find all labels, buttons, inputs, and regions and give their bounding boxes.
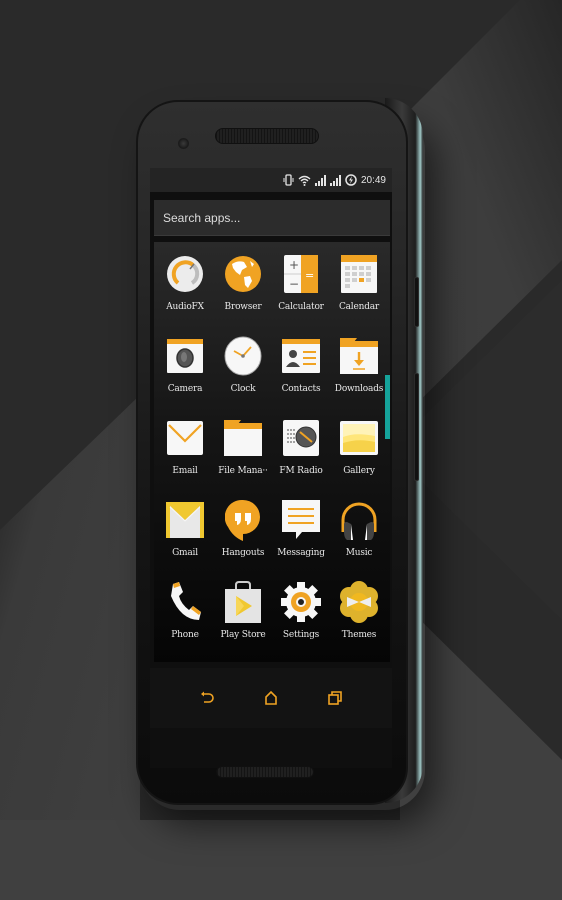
globe-icon xyxy=(223,254,263,294)
gear-icon xyxy=(281,582,321,622)
app-audiofx[interactable]: AudioFX xyxy=(156,248,214,330)
contacts-icon xyxy=(281,336,321,376)
clock-icon xyxy=(223,336,263,376)
battery-charging-icon xyxy=(345,173,357,187)
app-camera[interactable]: Camera xyxy=(156,330,214,412)
app-play-store[interactable]: Play Store xyxy=(214,576,272,658)
camera-icon xyxy=(165,336,205,376)
calendar-icon xyxy=(339,254,379,294)
svg-text:+: + xyxy=(289,258,299,272)
hangouts-icon xyxy=(223,499,263,541)
gallery-icon xyxy=(339,418,379,458)
calculator-icon: + − = xyxy=(281,254,321,294)
home-icon xyxy=(265,691,277,705)
screen: 20:49 Search apps... AudioFX Browser + −… xyxy=(150,168,392,768)
app-fm-radio[interactable]: FM Radio xyxy=(272,412,330,494)
clock-time: 20:49 xyxy=(360,174,386,186)
phone-handset-icon xyxy=(165,582,205,622)
app-label: Calendar xyxy=(338,302,380,312)
power-button[interactable] xyxy=(414,277,419,327)
app-label: Phone xyxy=(171,630,199,640)
back-button[interactable] xyxy=(192,683,222,713)
app-label: FM Radio xyxy=(279,466,323,476)
app-hangouts[interactable]: Hangouts xyxy=(214,494,272,576)
app-downloads[interactable]: Downloads xyxy=(330,330,388,412)
download-folder-icon xyxy=(339,336,379,376)
app-gallery[interactable]: Gallery xyxy=(330,412,388,494)
bottom-speaker xyxy=(216,766,314,778)
app-label: Gallery xyxy=(343,466,375,476)
app-messaging[interactable]: Messaging xyxy=(272,494,330,576)
app-calculator[interactable]: + − = Calculator xyxy=(272,248,330,330)
wifi-icon xyxy=(298,173,311,187)
drawer-scroll-handle[interactable] xyxy=(385,375,390,439)
phone-device: 20:49 Search apps... AudioFX Browser + −… xyxy=(136,100,408,805)
themes-flower-icon xyxy=(339,581,379,623)
app-label: Browser xyxy=(224,302,262,312)
app-label: Gmail xyxy=(172,548,198,558)
headphones-icon xyxy=(339,500,379,540)
volume-button[interactable] xyxy=(414,373,419,481)
message-bubble-icon xyxy=(281,500,321,540)
app-phone[interactable]: Phone xyxy=(156,576,214,658)
app-gmail[interactable]: Gmail xyxy=(156,494,214,576)
signal-icon-2 xyxy=(329,173,341,187)
recents-button[interactable] xyxy=(320,683,350,713)
front-camera xyxy=(178,138,189,149)
app-grid: AudioFX Browser + − = Calculator Calenda… xyxy=(156,248,388,658)
app-settings[interactable]: Settings xyxy=(272,576,330,658)
app-music[interactable]: Music xyxy=(330,494,388,576)
back-icon xyxy=(201,691,214,703)
app-label: Settings xyxy=(282,630,320,640)
app-label: Downloads xyxy=(334,384,384,394)
app-label: Calculator xyxy=(278,302,324,312)
app-label: Play Store xyxy=(220,630,266,640)
vibrate-icon xyxy=(283,173,294,187)
svg-text:−: − xyxy=(289,277,299,291)
app-label: Hangouts xyxy=(221,548,265,558)
folder-icon xyxy=(223,418,263,458)
play-store-bag-icon xyxy=(223,581,263,623)
status-bar: 20:49 xyxy=(150,168,392,192)
app-label: Email xyxy=(172,466,198,476)
app-label: Clock xyxy=(230,384,256,394)
app-label: Messaging xyxy=(277,548,325,558)
app-clock[interactable]: Clock xyxy=(214,330,272,412)
app-label: AudioFX xyxy=(166,302,204,312)
search-apps-input[interactable]: Search apps... xyxy=(154,200,390,236)
app-file-manager[interactable]: File Mana·· xyxy=(214,412,272,494)
radio-icon xyxy=(281,418,321,458)
recents-icon xyxy=(328,691,342,705)
audiofx-icon xyxy=(165,254,205,294)
app-email[interactable]: Email xyxy=(156,412,214,494)
app-drawer: AudioFX Browser + − = Calculator Calenda… xyxy=(154,242,390,662)
app-contacts[interactable]: Contacts xyxy=(272,330,330,412)
navigation-bar xyxy=(150,668,392,728)
earpiece-speaker xyxy=(215,128,319,144)
home-button[interactable] xyxy=(256,683,286,713)
app-label: Contacts xyxy=(281,384,321,394)
app-calendar[interactable]: Calendar xyxy=(330,248,388,330)
svg-text:=: = xyxy=(305,269,314,282)
app-label: File Mana·· xyxy=(218,466,268,476)
gmail-icon xyxy=(165,500,205,540)
app-browser[interactable]: Browser xyxy=(214,248,272,330)
app-label: Music xyxy=(345,548,373,558)
app-themes[interactable]: Themes xyxy=(330,576,388,658)
app-label: Camera xyxy=(167,384,203,394)
app-label: Themes xyxy=(341,630,377,640)
signal-icon xyxy=(314,173,326,187)
envelope-icon xyxy=(165,418,205,458)
